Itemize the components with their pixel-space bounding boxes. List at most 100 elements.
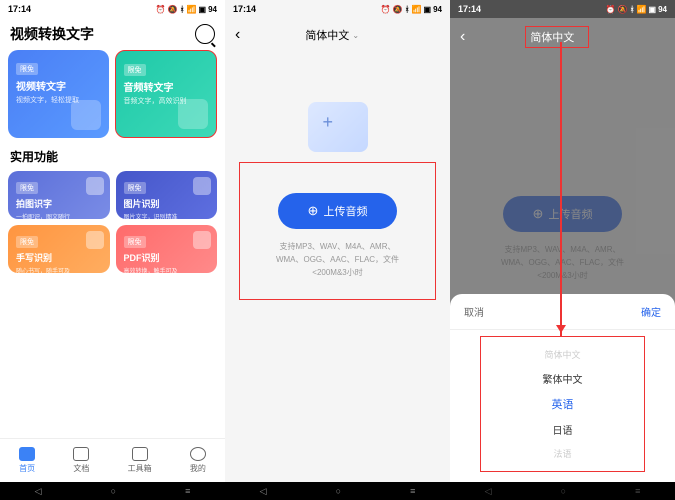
language-label: 简体中文	[530, 29, 574, 45]
badge-free: 限免	[16, 63, 38, 75]
pen-icon	[86, 231, 104, 249]
picker-item[interactable]: 法语	[481, 442, 644, 465]
nav-label: 文档	[73, 463, 89, 474]
language-picker: 取消 确定 简体中文 繁体中文 英语 日语 法语	[450, 294, 675, 482]
grid-row-1: 限免 拍图识字 一拍即识，图文随行 限免 图片识别 图片文字，识别精准	[0, 171, 225, 219]
recent-key[interactable]: ≡	[410, 486, 415, 496]
wifi-icon: 📶	[637, 5, 647, 14]
nav-label: 工具箱	[128, 463, 152, 474]
card-photo-ocr[interactable]: 限免 拍图识字 一拍即识，图文随行	[8, 171, 110, 219]
upload-button[interactable]: 上传音频	[278, 193, 398, 229]
card-video-to-text[interactable]: 限免 视频转文字 视频文字，轻松提取	[8, 50, 109, 138]
card-title: 拍图识字	[16, 197, 102, 210]
card-subtitle: 图片文字，识别精准	[124, 212, 210, 219]
language-selector[interactable]: 简体中文 ⌄	[525, 26, 589, 48]
status-icons: ⏰ 🔕 ᚼ 📶 ▣ 94	[381, 5, 442, 14]
picker-cancel-button[interactable]: 取消	[464, 304, 484, 319]
card-pdf-ocr[interactable]: 限免 PDF识别 高效转换，触手可及	[116, 225, 218, 273]
profile-icon	[190, 447, 206, 461]
card-subtitle: 高效转换，触手可及	[124, 266, 210, 273]
mute-icon: 🔕	[168, 5, 178, 14]
picker-confirm-button[interactable]: 确定	[641, 304, 661, 319]
badge-free: 限免	[16, 182, 38, 194]
bluetooth-icon: ᚼ	[180, 5, 185, 14]
picker-list[interactable]: 简体中文 繁体中文 英语 日语 法语	[480, 336, 645, 472]
card-title: 音频转文字	[124, 79, 209, 94]
status-bar: 17:14 ⏰ 🔕 ᚼ 📶 ▣ 94	[225, 0, 450, 18]
card-subtitle: 一拍即识，图文随行	[16, 212, 102, 219]
recent-key[interactable]: ≡	[185, 486, 190, 496]
back-key[interactable]: ◁	[260, 486, 267, 497]
nav-home[interactable]: 首页	[19, 447, 35, 474]
status-icons: ⏰ 🔕 ᚼ 📶 ▣ 94	[606, 5, 667, 14]
page-header: 视频转换文字	[0, 18, 225, 50]
card-handwriting-ocr[interactable]: 限免 手写识别 随心书写，随手可及	[8, 225, 110, 273]
card-subtitle: 随心书写，随手可及	[16, 266, 102, 273]
android-nav: ◁ ○ ≡	[225, 482, 450, 500]
bluetooth-icon: ᚼ	[405, 5, 410, 14]
status-bar: 17:14 ⏰ 🔕 ᚼ 📶 ▣ 94	[450, 0, 675, 18]
toolbox-icon	[132, 447, 148, 461]
badge-free: 限免	[124, 64, 146, 76]
android-nav: ◁ ○ ≡	[0, 482, 225, 500]
upload-header: ‹ 简体中文 ⌄	[225, 18, 450, 52]
grid-row-2: 限免 手写识别 随心书写，随手可及 限免 PDF识别 高效转换，触手可及	[0, 225, 225, 273]
badge-free: 限免	[16, 236, 38, 248]
card-audio-to-text[interactable]: 限免 音频转文字 音频文字，高效识别	[115, 50, 218, 138]
back-key[interactable]: ◁	[35, 486, 42, 497]
alarm-icon: ⏰	[381, 5, 391, 14]
home-key[interactable]: ○	[111, 486, 116, 496]
nav-label: 我的	[190, 463, 206, 474]
badge-free: 限免	[124, 182, 146, 194]
badge-free: 限免	[124, 236, 146, 248]
screen-upload: 17:14 ⏰ 🔕 ᚼ 📶 ▣ 94 ‹ 简体中文 ⌄ 上传音频	[225, 0, 450, 500]
pdf-icon	[193, 231, 211, 249]
home-key[interactable]: ○	[336, 486, 341, 496]
nav-toolbox[interactable]: 工具箱	[128, 447, 152, 474]
screen-home: 17:14 ⏰ 🔕 ᚼ 📶 ▣ 94 视频转换文字 限免 视频转文字 视频文字，…	[0, 0, 225, 500]
audio-icon	[178, 99, 208, 129]
screen-language-picker: 17:14 ⏰ 🔕 ᚼ 📶 ▣ 94 ‹ 简体中文 ⌄ 上传音频	[450, 0, 675, 500]
nav-profile[interactable]: 我的	[190, 447, 206, 474]
picker-item-selected[interactable]: 英语	[481, 391, 644, 417]
chevron-down-icon: ⌄	[352, 31, 359, 40]
section-title: 实用功能	[0, 138, 225, 171]
status-time: 17:14	[233, 4, 256, 14]
card-title: 手写识别	[16, 251, 102, 264]
upload-description: 支持MP3、WAV、M4A、AMR、 WMA、OGG、AAC、FLAC，文件 <…	[250, 241, 425, 279]
wifi-icon: 📶	[187, 5, 197, 14]
annotation-arrow	[560, 42, 562, 337]
search-icon[interactable]	[195, 24, 215, 44]
camera-icon	[86, 177, 104, 195]
alarm-icon: ⏰	[156, 5, 166, 14]
picker-item[interactable]: 繁体中文	[481, 366, 644, 391]
upload-illustration	[308, 102, 368, 152]
mute-icon: 🔕	[393, 5, 403, 14]
signal-icon: ▣	[424, 5, 432, 14]
language-label: 简体中文	[305, 27, 349, 43]
picker-item[interactable]: 简体中文	[481, 343, 644, 366]
signal-icon: ▣	[649, 5, 657, 14]
feature-cards-row: 限免 视频转文字 视频文字，轻松提取 限免 音频转文字 音频文字，高效识别	[0, 50, 225, 138]
page-title: 视频转换文字	[10, 24, 94, 44]
language-selector[interactable]: 简体中文 ⌄	[240, 27, 424, 43]
card-title: 图片识别	[124, 197, 210, 210]
status-bar: 17:14 ⏰ 🔕 ᚼ 📶 ▣ 94	[0, 0, 225, 18]
nav-docs[interactable]: 文档	[73, 447, 89, 474]
chevron-down-icon: ⌄	[577, 33, 584, 42]
upload-header: ‹ 简体中文 ⌄	[450, 18, 675, 56]
status-time: 17:14	[458, 4, 481, 14]
mute-icon: 🔕	[618, 5, 628, 14]
home-icon	[19, 447, 35, 461]
battery-icon: 94	[433, 5, 442, 14]
upload-label: 上传音频	[323, 203, 367, 219]
card-image-ocr[interactable]: 限免 图片识别 图片文字，识别精准	[116, 171, 218, 219]
picker-item[interactable]: 日语	[481, 417, 644, 442]
back-button[interactable]: ‹	[460, 28, 465, 46]
status-icons: ⏰ 🔕 ᚼ 📶 ▣ 94	[156, 5, 217, 14]
wifi-icon: 📶	[412, 5, 422, 14]
doc-icon	[73, 447, 89, 461]
status-time: 17:14	[8, 4, 31, 14]
image-icon	[193, 177, 211, 195]
card-title: 视频转文字	[16, 78, 101, 93]
